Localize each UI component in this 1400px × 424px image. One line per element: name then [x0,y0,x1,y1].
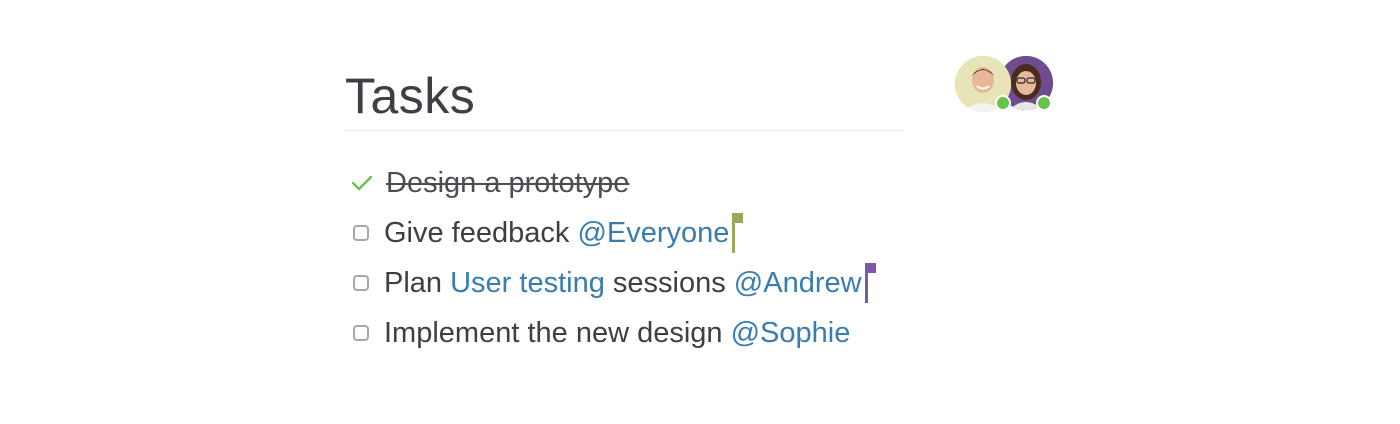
task-item: Give feedback @Everyone [350,208,950,258]
task-item: Design a prototype [350,158,950,208]
mention-sophie[interactable]: @Sophie [731,317,851,350]
task-checkbox[interactable] [353,275,369,291]
collaborator-avatars [955,56,1055,116]
task-item: Plan User testing sessions @Andrew [350,258,950,308]
mention-andrew[interactable]: @Andrew [734,267,862,300]
task-item: Implement the new design @Sophie [350,308,950,358]
checkmark-icon[interactable] [350,170,376,196]
title-divider [345,130,903,131]
page-title: Tasks [345,68,476,124]
task-label[interactable]: Give feedback [384,217,577,250]
task-label[interactable]: Implement the new design [384,317,731,350]
task-checkbox[interactable] [353,325,369,341]
task-list: Design a prototype Give feedback @Everyo… [350,158,950,358]
online-status-dot [1036,95,1052,111]
flag-icon [731,213,745,253]
flag-icon [864,263,878,303]
task-checkbox[interactable] [353,225,369,241]
user-testing-link[interactable]: User testing [450,267,605,300]
online-status-dot [995,95,1011,111]
task-label[interactable]: Plan [384,267,450,300]
task-label-suffix[interactable]: sessions [605,267,734,300]
mention-everyone[interactable]: @Everyone [577,217,729,250]
task-label[interactable]: Design a prototype [386,167,629,200]
